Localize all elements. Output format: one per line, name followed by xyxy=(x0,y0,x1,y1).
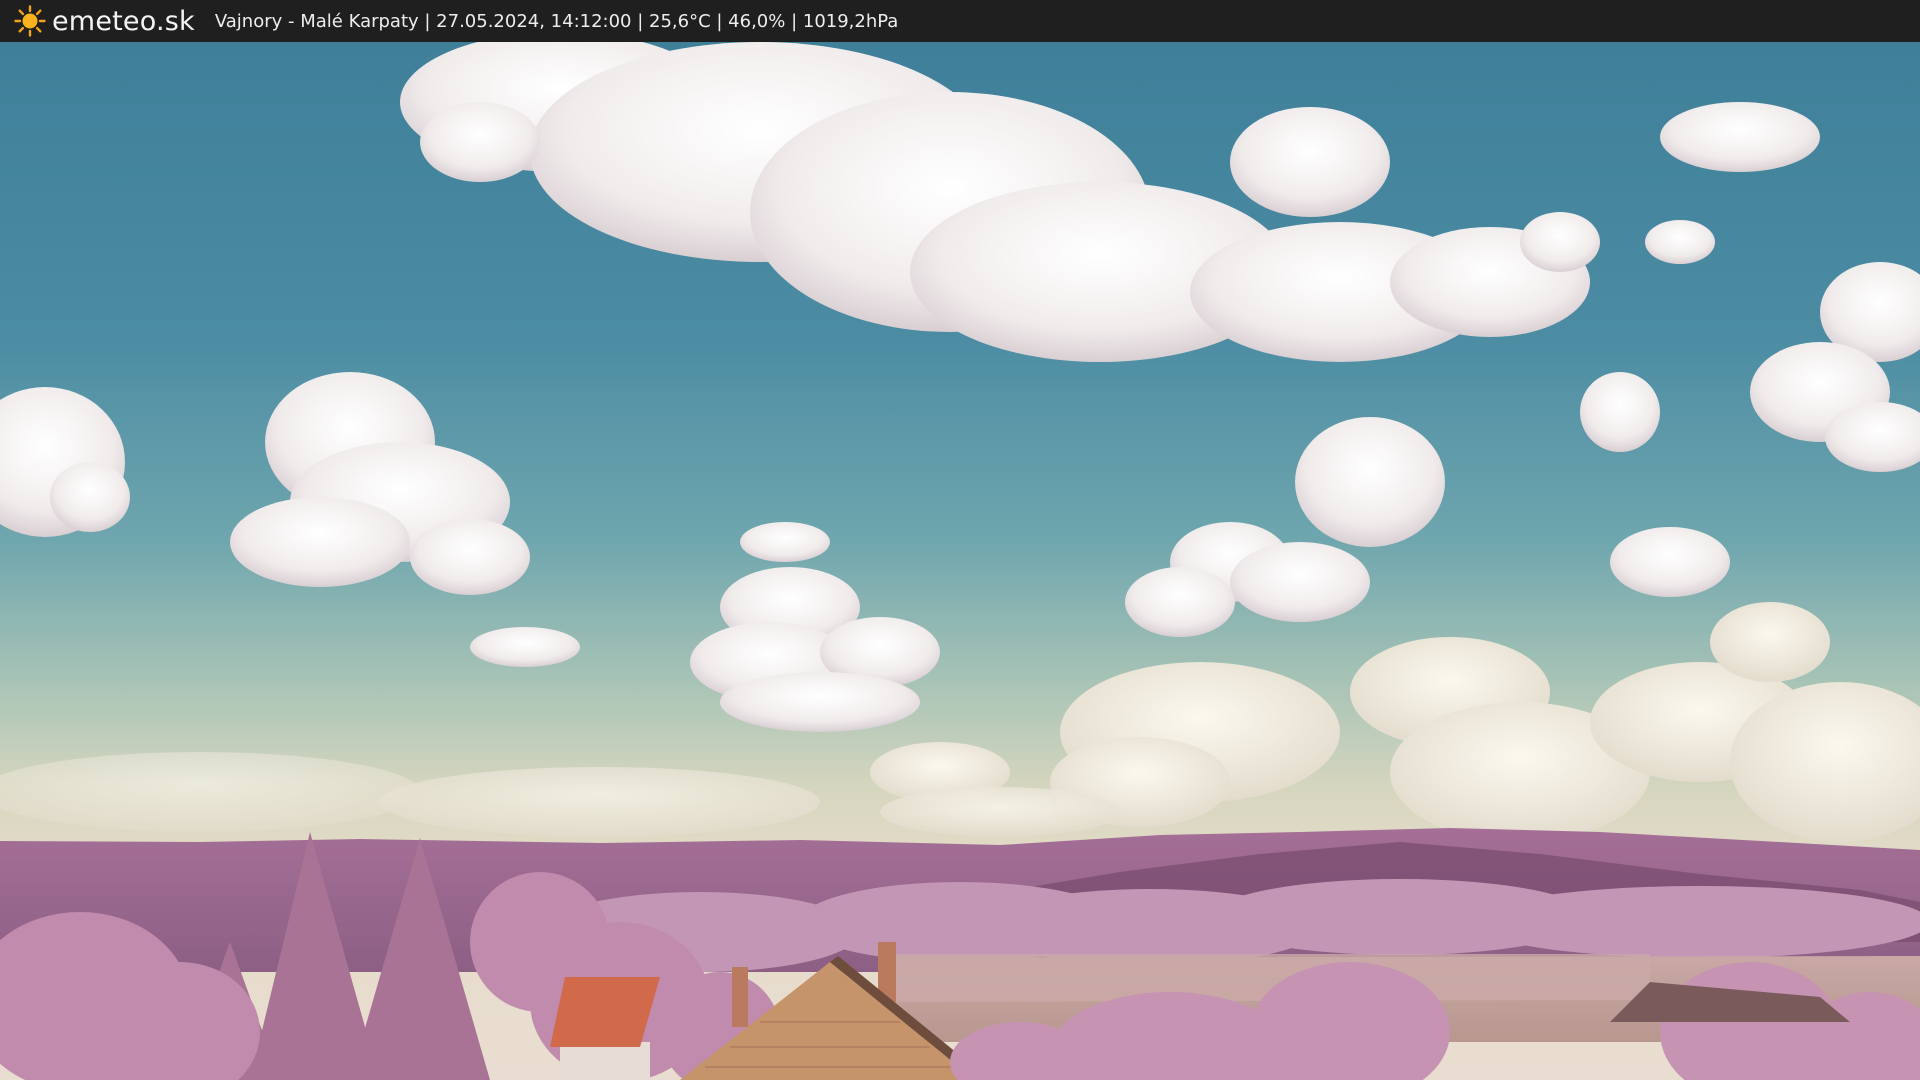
station-caption: Vajnory - Malé Karpaty | 27.05.2024, 14:… xyxy=(214,10,899,32)
info-bar: emeteo.sk Vajnory - Malé Karpaty | 27.05… xyxy=(0,0,1920,42)
landscape-scene xyxy=(0,42,1920,1080)
house-small xyxy=(550,977,660,1080)
brand-name: emeteo.sk xyxy=(52,5,195,37)
sun-icon xyxy=(14,5,46,37)
cloud-large xyxy=(400,42,1600,362)
webcam-image xyxy=(0,42,1920,1080)
webcam-viewer: emeteo.sk Vajnory - Malé Karpaty | 27.05… xyxy=(0,0,1920,1080)
emeteo-logo[interactable]: emeteo.sk xyxy=(14,5,195,37)
